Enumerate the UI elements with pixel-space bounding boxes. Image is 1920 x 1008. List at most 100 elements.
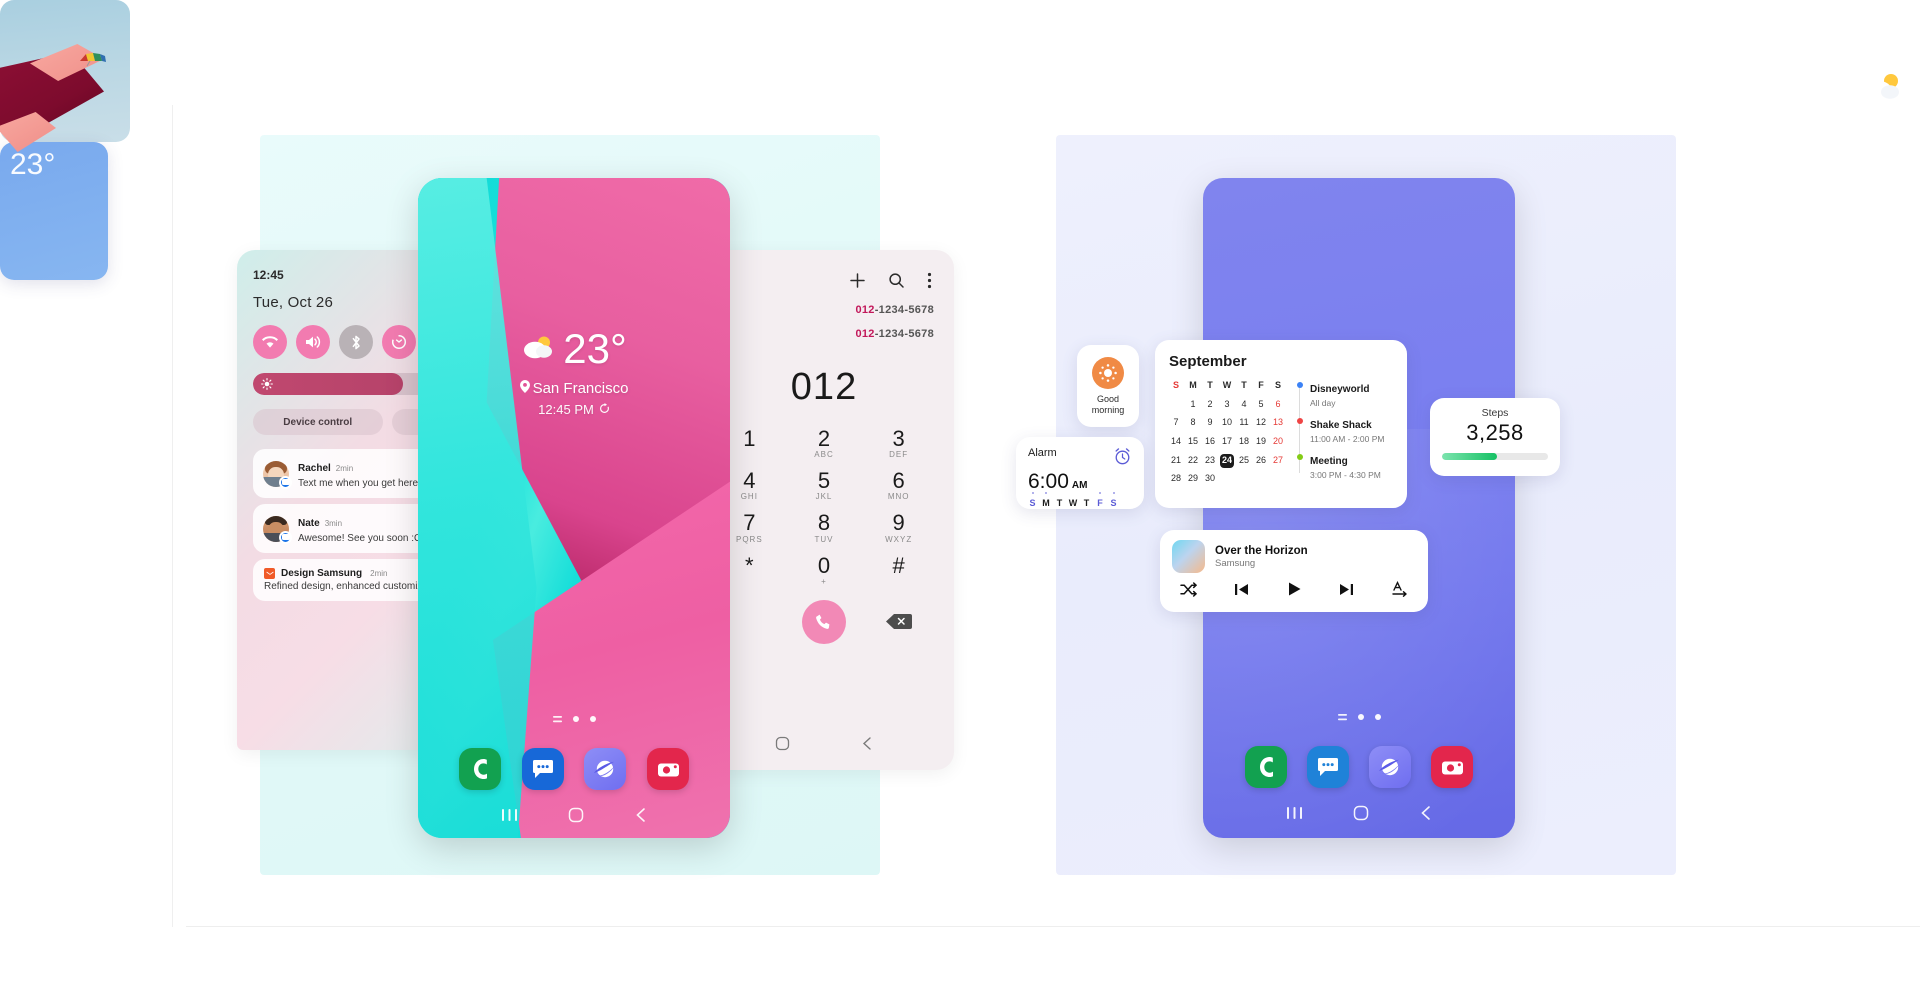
alarm-widget[interactable]: Alarm 6:00 AM S M T W T F S [1016, 437, 1144, 509]
contact-suggestion-row[interactable]: e 012-1234-5678 [694, 316, 954, 340]
navigation-bar [1203, 805, 1515, 826]
alarm-day[interactable]: F [1096, 492, 1105, 508]
calendar-day: 30 [1204, 473, 1215, 484]
sun-icon [1092, 357, 1124, 390]
weather-widget-lockscreen[interactable]: 23° San Francisco 12:45 PM [418, 328, 730, 417]
notification-message: Awesome! See you soon :O [298, 533, 422, 544]
app-icon-messages[interactable] [521, 748, 564, 790]
back-icon[interactable] [634, 807, 647, 828]
avatar [263, 460, 292, 489]
skip-next-icon[interactable] [1339, 582, 1354, 602]
calendar-day: 16 [1204, 435, 1215, 446]
call-button[interactable] [801, 599, 846, 644]
sound-toggle[interactable] [296, 325, 330, 359]
app-icon-phone[interactable] [458, 748, 501, 790]
calendar-day: 9 [1207, 417, 1213, 428]
contact-suggestion-row[interactable]: hel 012-1234-5678 [694, 294, 954, 316]
alarm-day[interactable]: S [1109, 492, 1118, 508]
alarm-day[interactable]: T [1082, 498, 1091, 508]
contact-number: 012-1234-5678 [855, 304, 934, 316]
calendar-event[interactable]: Meeting 3:00 PM - 4:30 PM [1297, 451, 1393, 480]
shuffle-icon[interactable] [1180, 581, 1197, 602]
key-2[interactable]: 2 ABC [787, 426, 862, 459]
notification-time: 3min [324, 519, 343, 528]
music-player-widget[interactable]: Over the Horizon Samsung [1160, 530, 1428, 612]
bluetooth-toggle[interactable] [339, 325, 373, 359]
key-hash[interactable]: # [861, 553, 936, 586]
app-icon-camera[interactable] [1431, 746, 1473, 788]
app-badge [279, 475, 292, 489]
calendar-day: 26 [1255, 454, 1266, 465]
good-morning-widget[interactable]: Good morning [1077, 345, 1139, 427]
calendar-day: 10 [1221, 417, 1232, 428]
page-dot[interactable] [572, 716, 579, 722]
calendar-day: 5 [1258, 398, 1264, 409]
app-icon-internet[interactable] [1369, 746, 1411, 788]
notification-sender: Nate [298, 518, 320, 529]
app-icon-phone[interactable] [1245, 746, 1287, 788]
calendar-day: 18 [1238, 435, 1249, 446]
app-icon-camera[interactable] [647, 748, 690, 790]
back-icon[interactable] [861, 736, 873, 756]
app-icon-internet[interactable] [584, 748, 627, 790]
app-dock [1203, 746, 1515, 788]
skip-previous-icon[interactable] [1234, 582, 1249, 602]
home-icon[interactable] [1353, 805, 1369, 826]
recents-icon[interactable] [1286, 806, 1303, 825]
app-icon-messages[interactable] [1307, 746, 1349, 788]
page-dot[interactable] [1357, 714, 1364, 720]
key-8[interactable]: 8 TUV [787, 511, 862, 544]
brightness-slider-fill [253, 373, 404, 395]
calendar-day: 23 [1204, 454, 1215, 465]
alarm-day[interactable]: S [1028, 492, 1037, 508]
status-time: 12:45 [253, 268, 284, 282]
play-icon[interactable] [1287, 581, 1302, 602]
home-screen-phone-center: 23° San Francisco 12:45 PM [418, 178, 730, 838]
page-dot[interactable] [589, 716, 596, 722]
home-icon[interactable] [775, 736, 790, 756]
calendar-day: 13 [1272, 417, 1283, 428]
key-3[interactable]: 3 DEF [861, 426, 936, 459]
calendar-day: 17 [1221, 435, 1232, 446]
auto-rotate-toggle[interactable] [382, 325, 416, 359]
lyrics-icon[interactable] [1391, 580, 1408, 602]
more-vertical-icon[interactable] [927, 272, 932, 294]
calendar-month: September [1169, 353, 1247, 370]
calendar-day: 22 [1187, 454, 1198, 465]
umbrella-icon [80, 52, 106, 68]
device-control-chip[interactable]: Device control [253, 409, 383, 435]
backspace-button[interactable] [883, 612, 915, 632]
album-art [1172, 540, 1205, 573]
key-9[interactable]: 9 WXYZ [861, 511, 936, 544]
calendar-event[interactable]: Shake Shack 11:00 AM - 2:00 PM [1297, 415, 1393, 444]
recents-icon[interactable] [501, 808, 518, 827]
home-icon[interactable] [568, 807, 584, 828]
event-color-dot [1297, 382, 1303, 388]
search-icon[interactable] [888, 272, 905, 294]
calendar-day-today: 24 [1220, 453, 1234, 469]
weather-city: San Francisco [418, 380, 730, 397]
photo-widget[interactable] [0, 0, 130, 152]
calendar-day: 15 [1187, 435, 1198, 446]
back-icon[interactable] [1419, 805, 1432, 826]
steps-widget[interactable]: Steps 3,258 [1430, 398, 1560, 476]
alarm-day[interactable]: T [1055, 498, 1064, 508]
refresh-icon[interactable] [599, 402, 610, 417]
key-0[interactable]: 0 + [787, 553, 862, 586]
weather-widget[interactable]: 23° San Francisco 12:45 PM [0, 74, 1899, 999]
page-dot[interactable] [1374, 714, 1381, 720]
notification-time: 2min [370, 569, 388, 578]
notification-message: Text me when you get here! [298, 478, 421, 489]
calendar-day: 21 [1170, 454, 1181, 465]
wifi-toggle[interactable] [253, 325, 287, 359]
key-5[interactable]: 5 JKL [787, 468, 862, 501]
calendar-event[interactable]: Disneyworld All day [1297, 379, 1393, 408]
alarm-day[interactable]: W [1069, 498, 1078, 508]
add-icon[interactable] [849, 272, 866, 294]
dialer-entry-field[interactable]: 012 [694, 366, 954, 409]
good-morning-label: Good morning [1091, 394, 1125, 415]
steps-progress-fill [1442, 453, 1498, 461]
alarm-day[interactable]: M [1042, 492, 1051, 508]
calendar-widget[interactable]: September S M T W T F S 1 2 3 4 5 6 7 8 … [1155, 340, 1407, 508]
key-6[interactable]: 6 MNO [861, 468, 936, 501]
